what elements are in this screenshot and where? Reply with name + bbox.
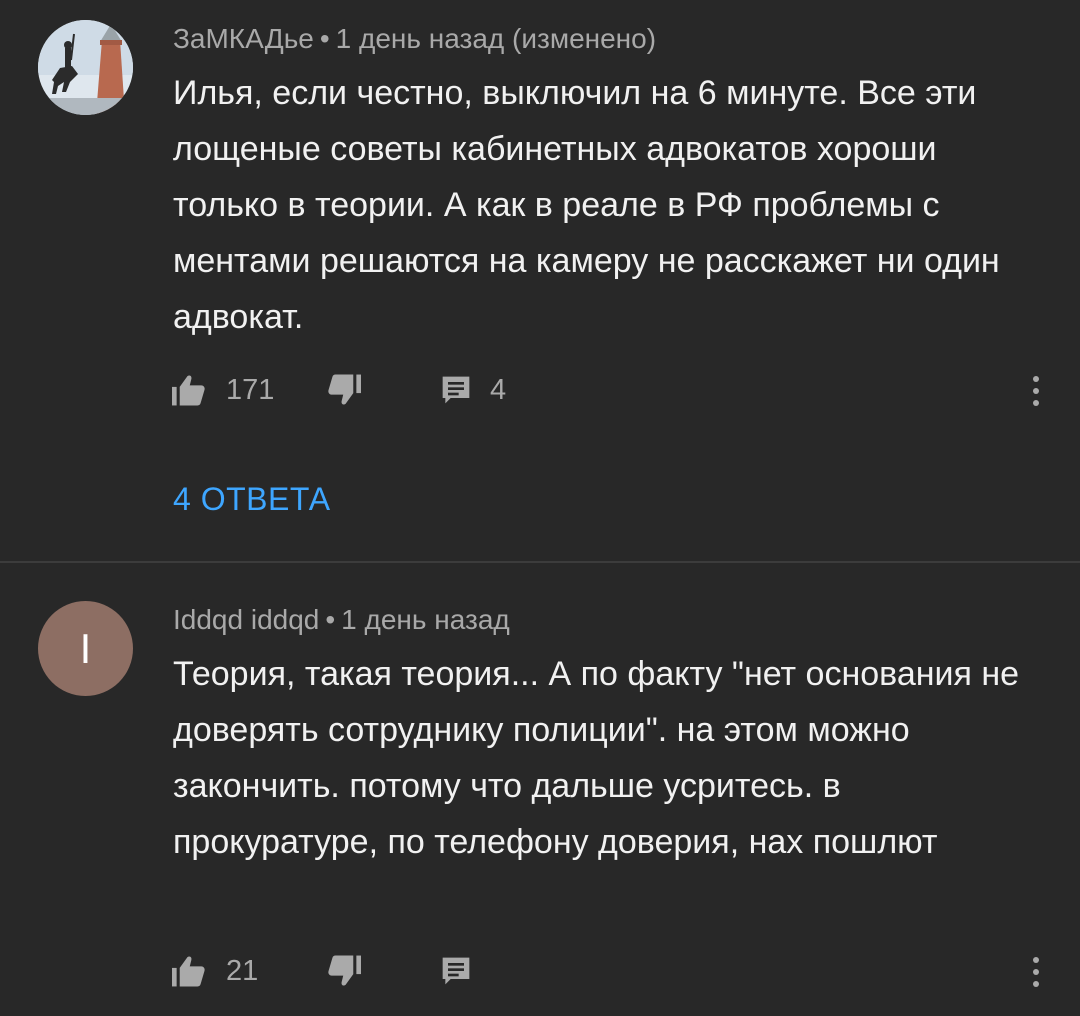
- author-name[interactable]: Iddqd iddqd: [173, 604, 319, 635]
- thumbs-down-icon: [328, 955, 361, 986]
- like-count: 21: [226, 954, 259, 987]
- more-options-button[interactable]: [1016, 369, 1056, 413]
- comment-reply-icon: [442, 376, 470, 404]
- comment-actions: 21: [0, 946, 1080, 996]
- comment-divider: [0, 561, 1080, 563]
- comment-timestamp: 1 день назад (изменено): [335, 23, 657, 54]
- comment-text: Илья, если честно, выключил на 6 минуте.…: [173, 74, 1000, 336]
- meta-separator: •: [319, 23, 330, 54]
- avatar[interactable]: I: [38, 601, 133, 696]
- comment-meta: ЗаМКАДье • 1 день назад (изменено): [173, 23, 656, 55]
- more-vertical-icon: [1033, 376, 1039, 406]
- like-button[interactable]: 171: [170, 365, 274, 415]
- thumbs-up-icon: [172, 375, 205, 406]
- like-button[interactable]: 21: [170, 946, 258, 996]
- reply-button[interactable]: 4: [440, 365, 506, 415]
- dislike-button[interactable]: [325, 365, 363, 415]
- comments-screen: ЗаМКАДье • 1 день назад (изменено) Илья, е…: [0, 0, 1080, 1016]
- comment-actions: 171 4: [0, 365, 1080, 415]
- reply-button[interactable]: [440, 946, 472, 996]
- comment-meta: Iddqd iddqd • 1 день назад: [173, 604, 510, 636]
- dislike-button[interactable]: [325, 946, 363, 996]
- monument-photo-icon: [38, 20, 133, 115]
- author-name[interactable]: ЗаМКАДье: [173, 23, 314, 54]
- thumbs-up-icon: [172, 956, 205, 987]
- view-replies-button[interactable]: 4 ОТВЕТА: [173, 481, 331, 518]
- more-options-button[interactable]: [1016, 950, 1056, 994]
- thumbs-down-icon: [328, 374, 361, 405]
- avatar-letter: I: [38, 601, 133, 696]
- like-count: 171: [226, 373, 275, 406]
- comment-timestamp: 1 день назад: [341, 604, 510, 635]
- meta-separator: •: [325, 604, 336, 635]
- comment-reply-icon: [442, 957, 470, 985]
- avatar[interactable]: [38, 20, 133, 115]
- more-vertical-icon: [1033, 957, 1039, 987]
- reply-count: 4: [490, 373, 507, 406]
- comment-text: Теория, такая теория... А по факту "нет …: [173, 655, 1020, 861]
